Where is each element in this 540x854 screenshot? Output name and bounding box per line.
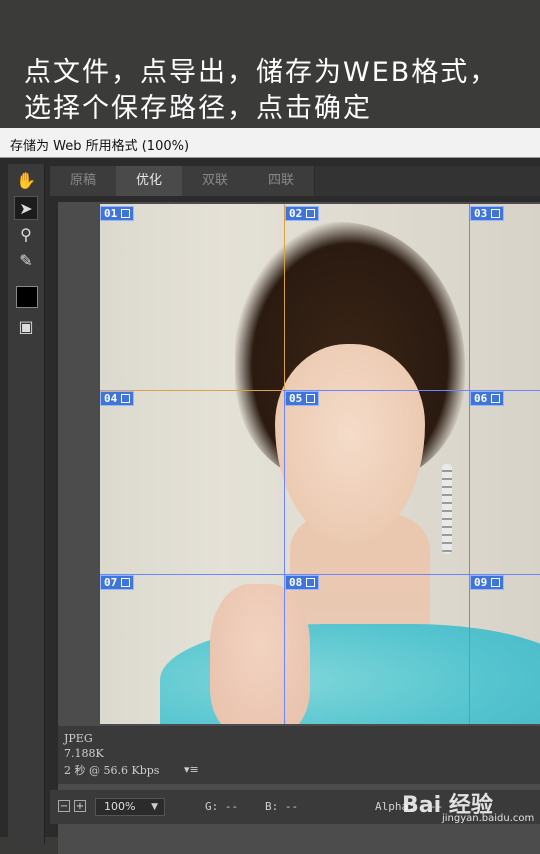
zoom-tool-icon[interactable]: ⚲: [14, 222, 38, 246]
slice-image-icon: [306, 209, 316, 218]
slice-label[interactable]: 07: [100, 575, 134, 590]
eyedropper-color-swatch[interactable]: [16, 286, 38, 308]
slice-image-icon: [491, 578, 501, 587]
slice-label[interactable]: 02: [285, 206, 319, 221]
slice-image-icon: [121, 209, 131, 218]
baidu-watermark: Bai 经验 jingyan.baidu.com: [402, 787, 535, 827]
slice-divider: [284, 204, 285, 390]
slice-label[interactable]: 09: [470, 575, 504, 590]
preview-image[interactable]: [100, 204, 540, 724]
preview-menu-icon[interactable]: ▾≡: [184, 763, 199, 776]
slice-label[interactable]: 06: [470, 391, 504, 406]
toggle-slices-icon[interactable]: ▣: [14, 314, 38, 338]
download-time: 2 秒 @ 56.6 Kbps: [64, 764, 160, 777]
slice-image-icon: [121, 394, 131, 403]
slice-label[interactable]: 05: [285, 391, 319, 406]
slice-divider: [284, 390, 285, 724]
tab-2-up[interactable]: 双联: [182, 166, 249, 196]
green-readout: G: --: [205, 800, 239, 813]
caption-line-2: 选择个保存路径，点击确定: [24, 93, 372, 124]
save-for-web-dialog: 存储为 Web 所用格式 (100%) ✋ ➤ ⚲ ✎ ▣ 原稿 优化 双联 四…: [0, 128, 540, 854]
hand-tool-icon[interactable]: ✋: [14, 168, 38, 192]
slice-label[interactable]: 03: [470, 206, 504, 221]
file-size: 7.188K: [64, 747, 104, 760]
slice-image-icon: [306, 578, 316, 587]
tutorial-caption: 点文件，点导出，储存为WEB格式， 选择个保存路径，点击确定: [0, 0, 540, 128]
tool-panel: ✋ ➤ ⚲ ✎ ▣: [8, 164, 45, 844]
slice-image-icon: [491, 394, 501, 403]
tab-optimized[interactable]: 优化: [116, 166, 183, 196]
slice-label[interactable]: 08: [285, 575, 319, 590]
photo-earring: [442, 464, 452, 554]
zoom-in-button[interactable]: +: [74, 800, 86, 812]
photo-face: [275, 344, 425, 544]
file-format: JPEG: [64, 732, 93, 745]
eyedropper-tool-icon[interactable]: ✎: [14, 248, 38, 272]
chevron-down-icon: ▼: [151, 802, 158, 812]
watermark-url: jingyan.baidu.com: [442, 813, 535, 824]
view-tabs: 原稿 优化 双联 四联: [50, 166, 540, 196]
caption-line-1: 点文件，点导出，储存为WEB格式，: [24, 57, 499, 88]
blue-readout: B: --: [265, 800, 299, 813]
tab-original[interactable]: 原稿: [50, 166, 117, 196]
optimization-info: JPEG 7.188K 2 秒 @ 56.6 Kbps ▾≡: [58, 726, 540, 784]
tab-4-up[interactable]: 四联: [248, 166, 315, 196]
dialog-title: 存储为 Web 所用格式 (100%): [0, 128, 540, 158]
photo-hand: [210, 584, 310, 724]
zoom-select[interactable]: 100% ▼: [95, 798, 165, 816]
slice-label[interactable]: 04: [100, 391, 134, 406]
zoom-out-button[interactable]: −: [58, 800, 70, 812]
slice-divider: [469, 204, 470, 724]
slice-select-tool-icon[interactable]: ➤: [14, 196, 38, 220]
slice-image-icon: [121, 578, 131, 587]
slice-label[interactable]: 01: [100, 206, 134, 221]
slice-image-icon: [306, 394, 316, 403]
slice-image-icon: [491, 209, 501, 218]
